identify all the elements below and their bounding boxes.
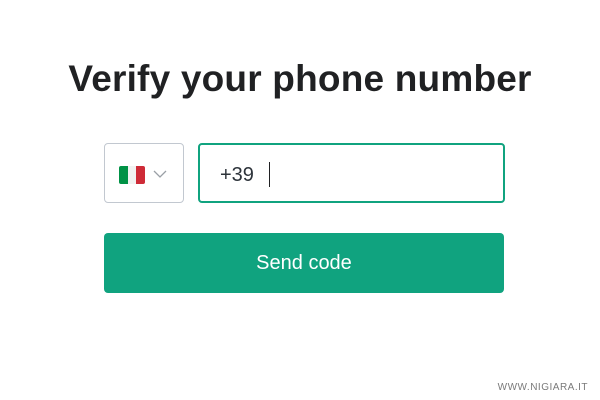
text-caret bbox=[269, 162, 270, 187]
watermark: WWW.NIGIARA.IT bbox=[497, 382, 588, 393]
dial-code: +39 bbox=[220, 164, 254, 186]
phone-number-field[interactable]: +39 bbox=[198, 143, 505, 203]
country-code-dropdown[interactable] bbox=[104, 143, 184, 203]
chevron-down-icon bbox=[153, 170, 167, 178]
phone-input-row: +39 bbox=[104, 143, 505, 203]
verify-phone-page: Verify your phone number +39 Send code W… bbox=[0, 0, 600, 400]
italy-flag-icon bbox=[119, 166, 145, 184]
page-title: Verify your phone number bbox=[68, 58, 532, 99]
send-code-button[interactable]: Send code bbox=[104, 233, 504, 293]
